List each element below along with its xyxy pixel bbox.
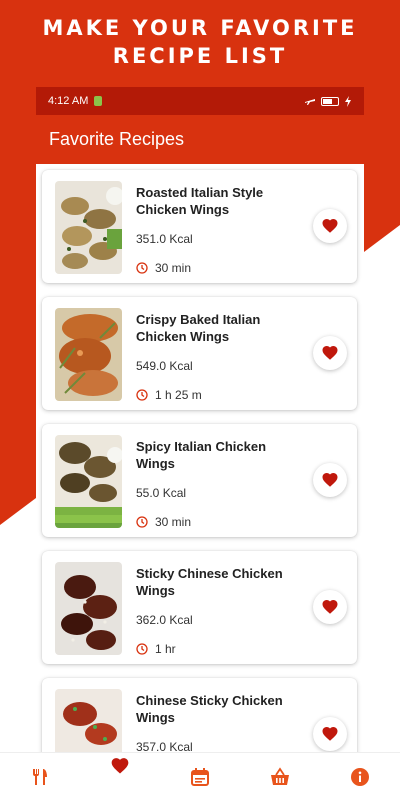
- recipe-list[interactable]: Roasted Italian Style Chicken Wings 351.…: [36, 164, 364, 791]
- recipe-title: Spicy Italian Chicken Wings: [136, 439, 267, 471]
- recipe-calories: 549.0 Kcal: [136, 359, 193, 373]
- recipe-calories: 55.0 Kcal: [136, 486, 187, 500]
- recipe-title: Roasted Italian Style Chicken Wings: [136, 185, 264, 217]
- recipe-image: [55, 308, 122, 401]
- notification-icon: [94, 96, 103, 106]
- fork-knife-icon: [33, 768, 47, 785]
- status-bar: 4:12 AM: [36, 87, 364, 115]
- favorite-button[interactable]: [313, 336, 347, 370]
- recipe-image: [55, 562, 122, 655]
- recipe-image: [55, 435, 122, 528]
- recipe-calories: 362.0 Kcal: [136, 613, 193, 627]
- clock-icon: [136, 516, 148, 528]
- recipe-time: 1 h 25 m: [136, 388, 202, 402]
- basket-icon: [271, 766, 289, 785]
- recipe-time-text: 1 h 25 m: [155, 388, 202, 402]
- clock-icon: [136, 389, 148, 401]
- status-time: 4:12 AM: [48, 95, 89, 107]
- bottom-navigation: [0, 752, 400, 800]
- nav-planner[interactable]: [180, 757, 220, 797]
- favorite-button[interactable]: [313, 717, 347, 751]
- promo-line-1: MAKE YOUR FAVORITE: [42, 16, 358, 40]
- recipe-image: [55, 181, 122, 274]
- recipe-time-text: 30 min: [155, 515, 192, 529]
- favorite-button[interactable]: [313, 463, 347, 497]
- calendar-icon: [191, 767, 209, 786]
- phone-screen: 4:12 AM Favorite Recipes Roasted Italian…: [36, 87, 364, 800]
- clock-icon: [136, 643, 148, 655]
- promo-line-2: RECIPE LIST: [112, 44, 288, 68]
- recipe-title: Chinese Sticky Chicken Wings: [136, 693, 283, 725]
- recipe-time: 1 hr: [136, 642, 176, 656]
- recipe-time: 30 min: [136, 261, 191, 275]
- heart-icon: [322, 599, 338, 614]
- page-title: Favorite Recipes: [49, 129, 185, 149]
- recipe-card[interactable]: Spicy Italian Chicken Wings 55.0 Kcal 30…: [42, 424, 357, 537]
- recipe-calories: 351.0 Kcal: [136, 232, 193, 246]
- nav-info[interactable]: [340, 757, 380, 797]
- app-bar: Favorite Recipes: [36, 115, 364, 164]
- recipe-title: Crispy Baked Italian Chicken Wings: [136, 312, 261, 344]
- nav-recipes[interactable]: [20, 757, 60, 797]
- heart-icon: [322, 345, 338, 360]
- recipe-time: 30 min: [136, 515, 191, 529]
- promo-headline: MAKE YOUR FAVORITE RECIPE LIST: [0, 14, 400, 70]
- heart-icon: [111, 757, 129, 773]
- favorite-button[interactable]: [313, 209, 347, 243]
- heart-icon: [322, 472, 338, 487]
- airplane-icon: [305, 99, 315, 105]
- nav-favorites[interactable]: [100, 746, 140, 786]
- clock-icon: [136, 262, 148, 274]
- heart-icon: [322, 726, 338, 741]
- battery-icon: [321, 96, 339, 106]
- recipe-card[interactable]: Sticky Chinese Chicken Wings 362.0 Kcal …: [42, 551, 357, 664]
- heart-icon: [322, 218, 338, 233]
- recipe-card[interactable]: Roasted Italian Style Chicken Wings 351.…: [42, 170, 357, 283]
- charging-icon: [345, 95, 351, 107]
- favorite-button[interactable]: [313, 590, 347, 624]
- nav-shopping[interactable]: [260, 757, 300, 797]
- recipe-title: Sticky Chinese Chicken Wings: [136, 566, 283, 598]
- recipe-card[interactable]: Crispy Baked Italian Chicken Wings 549.0…: [42, 297, 357, 410]
- recipe-time-text: 1 hr: [155, 642, 176, 656]
- info-icon: [351, 767, 369, 786]
- recipe-time-text: 30 min: [155, 261, 192, 275]
